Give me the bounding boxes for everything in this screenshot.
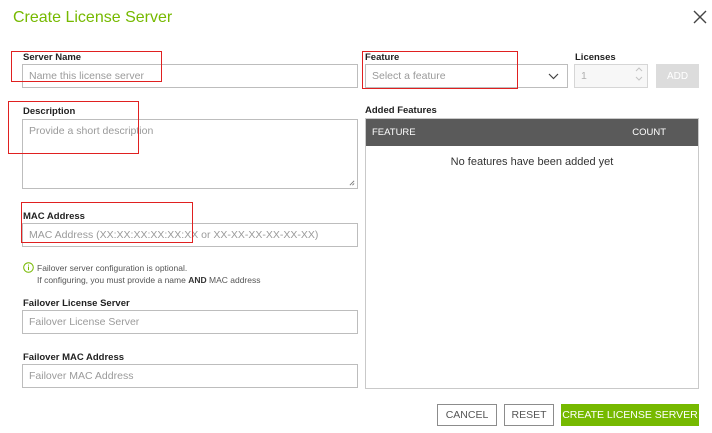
resize-grip-icon[interactable] <box>349 180 355 186</box>
column-feature: FEATURE <box>372 127 416 138</box>
description-textarea[interactable] <box>22 119 358 189</box>
server-name-label: Server Name <box>23 52 82 63</box>
create-license-server-button[interactable]: CREATE LICENSE SERVER <box>561 404 699 426</box>
licenses-label: Licenses <box>575 52 616 63</box>
failover-server-input[interactable] <box>22 310 358 334</box>
column-count: COUNT <box>632 127 666 138</box>
info-line-2-prefix: If configuring, you must provide a name <box>37 275 189 285</box>
feature-select[interactable]: Select a feature <box>365 64 568 88</box>
failover-info: Failover server configuration is optiona… <box>23 262 260 286</box>
add-feature-button[interactable]: ADD <box>656 64 699 88</box>
added-features-table: FEATURE COUNT No features have been adde… <box>365 118 699 389</box>
server-name-input[interactable] <box>22 64 358 88</box>
mac-address-label: MAC Address <box>23 211 85 222</box>
info-icon <box>23 262 34 273</box>
licenses-value: 1 <box>581 70 587 82</box>
info-line-2: If configuring, you must provide a name … <box>23 274 260 286</box>
failover-mac-input[interactable] <box>22 364 358 388</box>
licenses-stepper[interactable]: 1 <box>574 64 648 88</box>
stepper-down-icon[interactable] <box>635 76 643 81</box>
dialog-title: Create License Server <box>13 9 173 26</box>
failover-mac-label: Failover MAC Address <box>23 352 125 363</box>
feature-label: Feature <box>365 52 400 63</box>
info-line-2-suffix: MAC address <box>206 275 261 285</box>
info-line-1: Failover server configuration is optiona… <box>37 263 188 273</box>
failover-server-label: Failover License Server <box>23 298 130 309</box>
description-label: Description <box>23 106 76 117</box>
stepper-up-icon[interactable] <box>635 67 643 72</box>
added-features-label: Added Features <box>365 105 437 116</box>
info-line-2-bold: AND <box>188 275 207 285</box>
empty-state-text: No features have been added yet <box>450 156 614 168</box>
reset-button[interactable]: RESET <box>504 404 554 426</box>
mac-address-input[interactable] <box>22 223 358 247</box>
chevron-down-icon <box>548 73 559 79</box>
close-icon[interactable] <box>693 10 709 26</box>
table-header: FEATURE COUNT <box>366 119 698 146</box>
cancel-button[interactable]: CANCEL <box>437 404 497 426</box>
feature-select-value: Select a feature <box>372 70 446 82</box>
